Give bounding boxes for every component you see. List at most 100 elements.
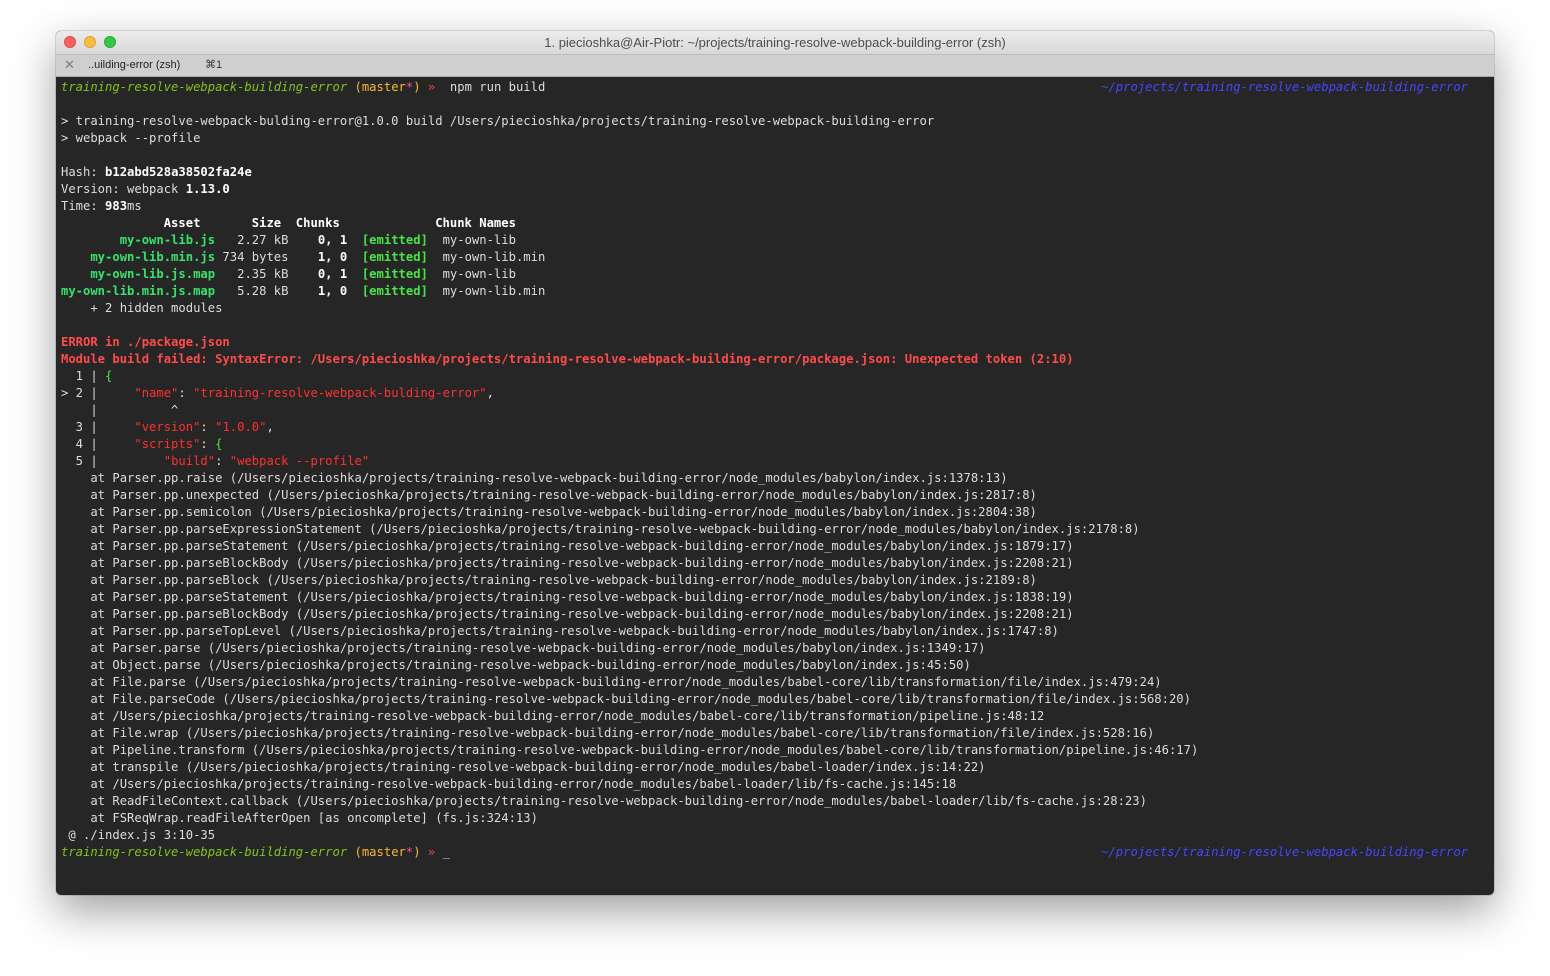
stack-frame: at Parser.pp.raise (/Users/piecioshka/pr… <box>61 471 1008 485</box>
version-label: Version: webpack <box>61 182 186 196</box>
stack-frame: at Parser.pp.unexpected (/Users/pieciosh… <box>61 488 1037 502</box>
error-message-text: Module build failed: SyntaxError: /Users… <box>61 352 1074 366</box>
code-key: "version" <box>134 420 201 434</box>
asset-chunk-name: my-own-lib <box>427 267 516 281</box>
stack-frame: at FSReqWrap.readFileAfterOpen [as oncom… <box>61 811 538 825</box>
error-origin: @ ./index.js 3:10-35 <box>61 828 216 842</box>
tab-bar: ✕ ..uilding-error (zsh) ⌘1 <box>56 55 1494 77</box>
asset-size: 2.35 kB <box>215 267 289 281</box>
time-line: Time: 983ms <box>61 198 1494 215</box>
error-title-text: ERROR in ./package.json <box>61 335 230 349</box>
code-key: "name" <box>134 386 179 400</box>
asset-table-header-text: Asset Size Chunks Chunk Names <box>61 216 516 230</box>
asset-row: my-own-lib.min.js.map 5.28 kB 1, 0 [emit… <box>61 283 1494 300</box>
git-branch-close: ) <box>413 80 421 94</box>
stack-frame: at File.parseCode (/Users/piecioshka/pro… <box>61 692 1191 706</box>
text-cursor[interactable]: _ <box>443 845 450 859</box>
stack-frame: at Parser.pp.parseExpressionStatement (/… <box>61 522 1140 536</box>
code-line-number: 4 | <box>61 437 135 451</box>
git-branch-close: ) <box>413 845 421 859</box>
stack-frame: at Pipeline.transform (/Users/piecioshka… <box>61 743 1199 757</box>
stack-frame: at Parser.pp.parseBlockBody (/Users/piec… <box>61 556 1074 570</box>
asset-name: my-own-lib.min.js.map <box>61 284 216 298</box>
asset-chunks: 1, 0 <box>288 250 348 264</box>
prompt-arrow-icon: » <box>420 845 436 859</box>
code-line-number: 1 | <box>61 369 106 383</box>
prompt-arrow-icon: » <box>420 80 436 94</box>
stack-frame: at Parser.pp.parseBlock (/Users/pieciosh… <box>61 573 1037 587</box>
asset-emitted: [emitted] <box>347 284 428 298</box>
tab-label: ..uilding-error (zsh) <box>88 59 181 71</box>
stack-frame: at Parser.pp.parseBlockBody (/Users/piec… <box>61 607 1074 621</box>
stack-frame: at Parser.pp.parseTopLevel (/Users/pieci… <box>61 624 1059 638</box>
asset-name: my-own-lib.js.map <box>61 267 216 281</box>
stack-frame: at ReadFileContext.callback (/Users/piec… <box>61 794 1147 808</box>
npm-script-line: > training-resolve-webpack-bulding-error… <box>61 114 935 128</box>
asset-emitted: [emitted] <box>347 233 428 247</box>
terminal-output[interactable]: training-resolve-webpack-building-error … <box>56 79 1494 861</box>
code-comma: , <box>486 386 494 400</box>
stack-frame: at Parser.parse (/Users/piecioshka/proje… <box>61 641 986 655</box>
time-unit: ms <box>127 199 142 213</box>
title-bar[interactable]: 1. piecioshka@Air-Piotr: ~/projects/trai… <box>56 31 1494 55</box>
code-value: "1.0.0" <box>215 420 267 434</box>
asset-chunks: 1, 0 <box>288 284 348 298</box>
code-line-number: 3 | <box>61 420 135 434</box>
stack-frame: at Object.parse (/Users/piecioshka/proje… <box>61 658 971 672</box>
version-value: 1.13.0 <box>185 182 230 196</box>
code-frame-line: 3 | "version": "1.0.0", <box>61 419 1494 436</box>
time-value: 983 <box>105 199 128 213</box>
asset-row: my-own-lib.min.js 734 bytes 1, 0 [emitte… <box>61 249 1494 266</box>
tab-shortcut: ⌘1 <box>205 59 223 71</box>
prompt-line: training-resolve-webpack-building-error … <box>61 844 1494 861</box>
code-brace: { <box>105 369 113 383</box>
code-frame-line: 4 | "scripts": { <box>61 436 1494 453</box>
code-key: "scripts" <box>134 437 201 451</box>
asset-name: my-own-lib.js <box>61 233 216 247</box>
hash-line: Hash: b12abd528a38502fa24e <box>61 164 1494 181</box>
stack-frame: at File.wrap (/Users/piecioshka/projects… <box>61 726 1155 740</box>
code-value: "webpack --profile" <box>229 454 370 468</box>
asset-chunk-name: my-own-lib <box>427 233 516 247</box>
hash-value: b12abd528a38502fa24e <box>105 165 252 179</box>
version-line: Version: webpack 1.13.0 <box>61 181 1494 198</box>
hash-label: Hash: <box>61 165 106 179</box>
asset-emitted: [emitted] <box>347 250 428 264</box>
tab-zsh[interactable]: ✕ ..uilding-error (zsh) ⌘1 <box>56 55 226 76</box>
code-line-number: 5 | <box>61 454 164 468</box>
stack-frame: at Parser.pp.parseStatement (/Users/piec… <box>61 539 1074 553</box>
git-branch: (master <box>347 845 406 859</box>
time-label: Time: <box>61 199 106 213</box>
command-text: npm run build <box>435 80 546 94</box>
window-title: 1. piecioshka@Air-Piotr: ~/projects/trai… <box>544 35 1006 50</box>
asset-size: 2.27 kB <box>215 233 289 247</box>
prompt-right-path: ~/projects/training-resolve-webpack-buil… <box>1101 80 1468 94</box>
prompt-right-path: ~/projects/training-resolve-webpack-buil… <box>1101 845 1468 859</box>
error-title: ERROR in ./package.json <box>61 334 1494 351</box>
terminal-window: 1. piecioshka@Air-Piotr: ~/projects/trai… <box>56 31 1494 895</box>
asset-row: my-own-lib.js 2.27 kB 0, 1 [emitted] my-… <box>61 232 1494 249</box>
code-line-number: > 2 | <box>61 386 135 400</box>
tab-close-icon[interactable]: ✕ <box>64 55 75 75</box>
code-frame-line-highlight: > 2 | "name": "training-resolve-webpack-… <box>61 385 1494 402</box>
code-brace: { <box>215 437 223 451</box>
asset-table-header: Asset Size Chunks Chunk Names <box>61 215 1494 232</box>
asset-name: my-own-lib.min.js <box>61 250 216 264</box>
stack-frame: at transpile (/Users/piecioshka/projects… <box>61 760 986 774</box>
stack-frame: at File.parse (/Users/piecioshka/project… <box>61 675 1162 689</box>
code-frame-line: 5 | "build": "webpack --profile" <box>61 453 1494 470</box>
code-frame-line: 1 | { <box>61 368 1494 385</box>
stack-frame: at /Users/piecioshka/projects/training-r… <box>61 709 1045 723</box>
stack-frame: at Parser.pp.parseStatement (/Users/piec… <box>61 590 1074 604</box>
code-caret-line: | ^ <box>61 403 179 417</box>
error-message: Module build failed: SyntaxError: /Users… <box>61 351 1494 368</box>
prompt-dir: training-resolve-webpack-building-error <box>61 80 348 94</box>
asset-size: 734 bytes <box>215 250 289 264</box>
code-colon: : <box>200 420 216 434</box>
code-colon: : <box>200 437 216 451</box>
git-branch: (master <box>347 80 406 94</box>
code-colon: : <box>215 454 230 468</box>
